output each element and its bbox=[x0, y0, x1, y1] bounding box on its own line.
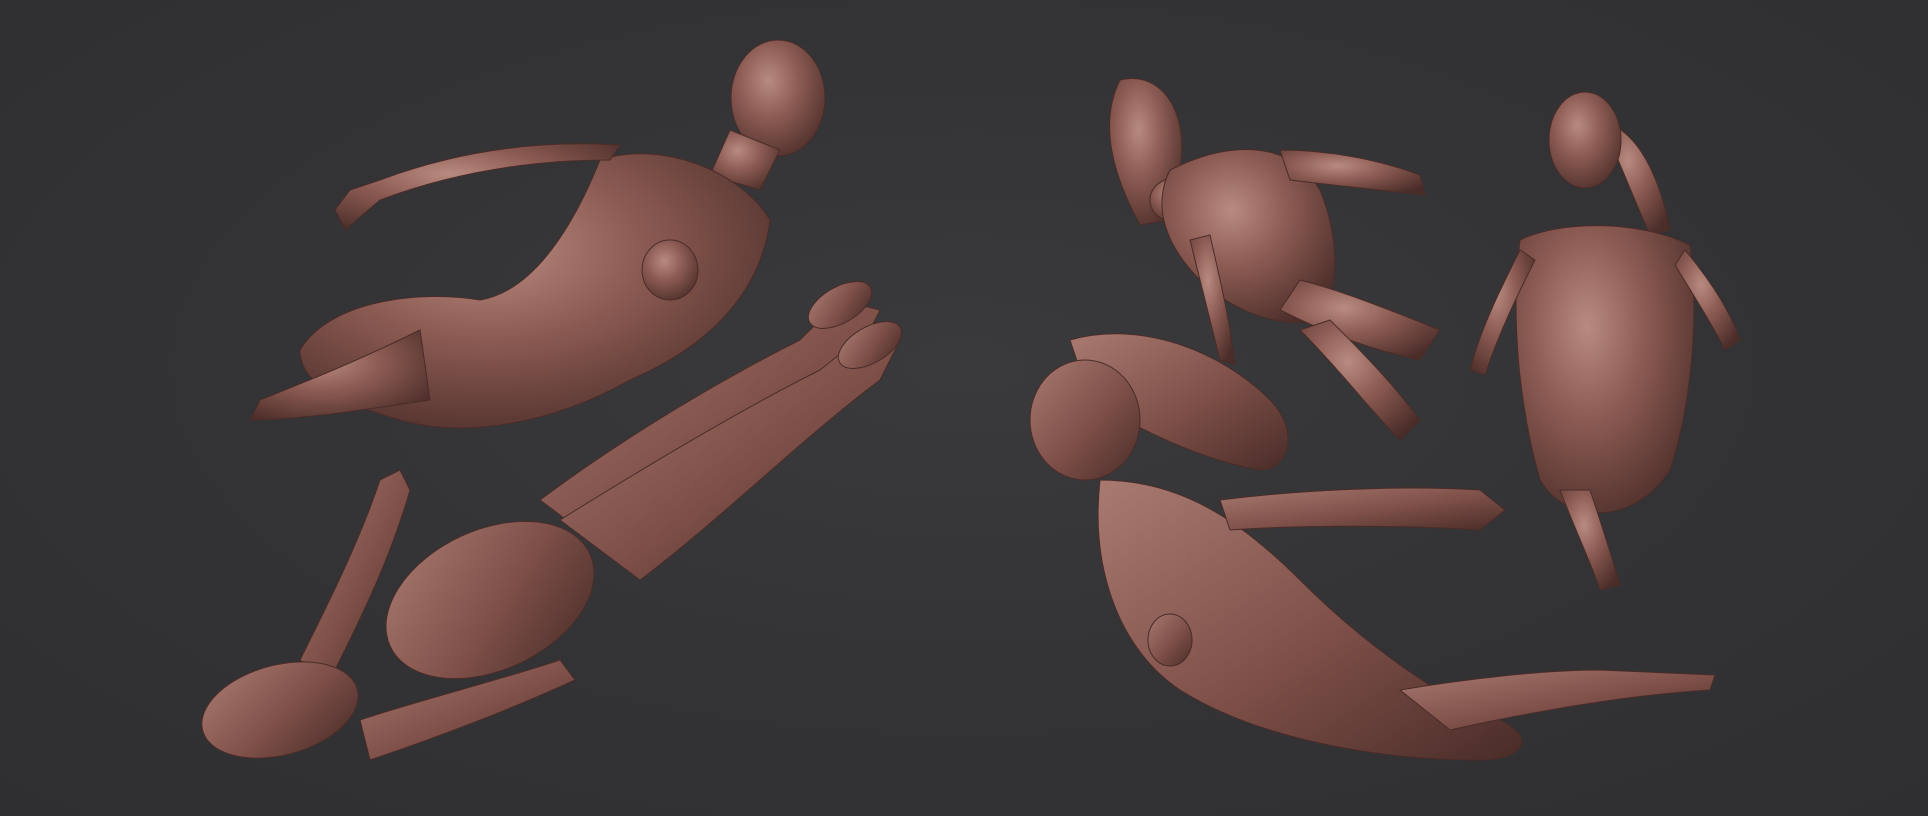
figure-4-head bbox=[1548, 91, 1622, 189]
figure-5-head bbox=[1029, 359, 1141, 481]
figure-1-chest bbox=[641, 239, 699, 301]
figure-5-legs bbox=[1398, 669, 1716, 731]
figure-4-torso bbox=[1515, 225, 1695, 514]
figure-2-head bbox=[201, 661, 359, 759]
figure-5-chest bbox=[1147, 613, 1193, 667]
sculpt-viewport[interactable] bbox=[0, 0, 1928, 816]
figure-5-arm bbox=[1219, 487, 1506, 531]
sculpt-figure-flying-side[interactable] bbox=[249, 39, 826, 429]
sculpt-figure-front-view[interactable] bbox=[1469, 91, 1741, 591]
sculpt-scene[interactable] bbox=[0, 0, 1928, 816]
figure-3-legs bbox=[1279, 279, 1441, 361]
